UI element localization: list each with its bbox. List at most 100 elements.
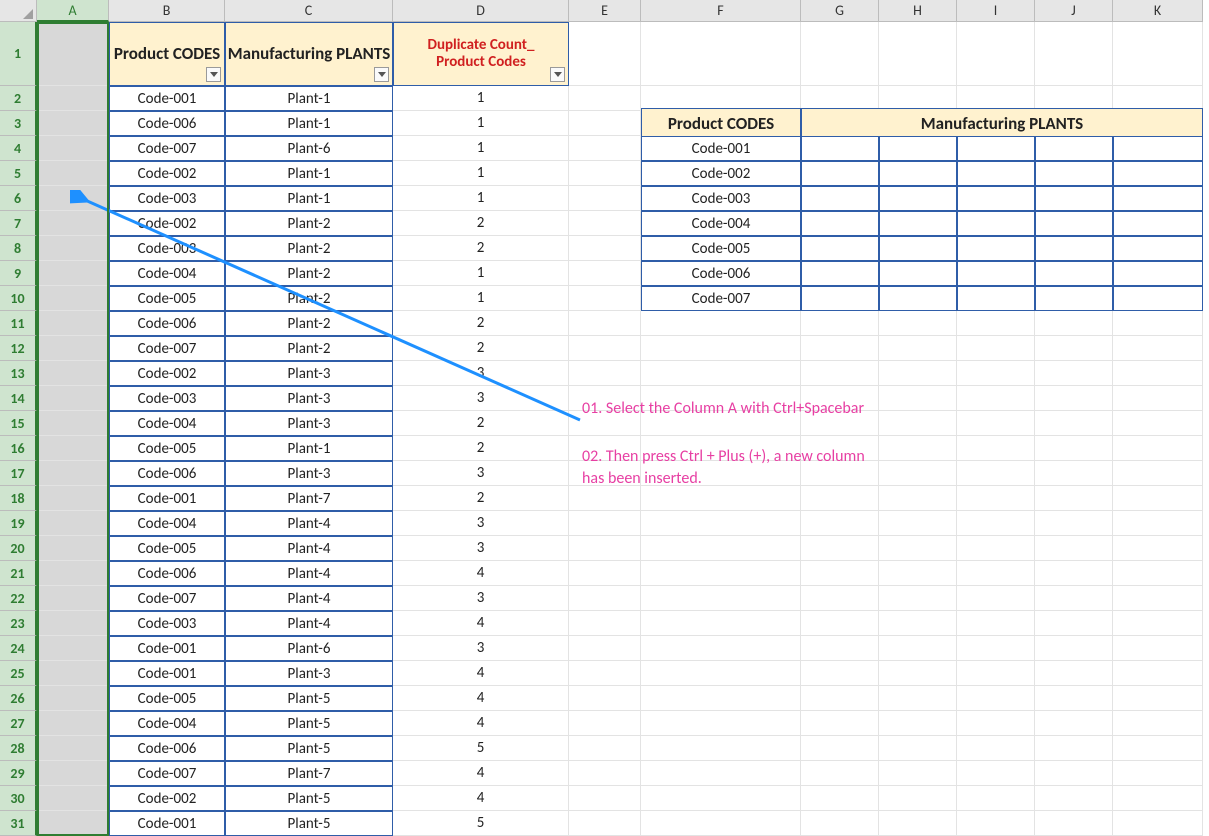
cell-G1[interactable] bbox=[801, 22, 879, 86]
cell-C9[interactable]: Plant-2 bbox=[225, 261, 393, 286]
cell-J13[interactable] bbox=[1035, 361, 1113, 386]
cell-J27[interactable] bbox=[1035, 711, 1113, 736]
cell-E27[interactable] bbox=[569, 711, 641, 736]
cell-H15[interactable] bbox=[879, 411, 957, 436]
cell-G27[interactable] bbox=[801, 711, 879, 736]
cell-B10[interactable]: Code-005 bbox=[109, 286, 225, 311]
cell-A29[interactable] bbox=[37, 761, 109, 786]
cell-A11[interactable] bbox=[37, 311, 109, 336]
cell-F6[interactable]: Code-003 bbox=[641, 186, 801, 211]
cell-F30[interactable] bbox=[641, 786, 801, 811]
column-header-C[interactable]: C bbox=[225, 0, 393, 22]
cell-H10[interactable] bbox=[879, 286, 957, 311]
cell-C23[interactable]: Plant-4 bbox=[225, 611, 393, 636]
cell-G6[interactable] bbox=[801, 186, 879, 211]
cell-K20[interactable] bbox=[1113, 536, 1203, 561]
cell-K8[interactable] bbox=[1113, 236, 1203, 261]
cell-E28[interactable] bbox=[569, 736, 641, 761]
cell-K29[interactable] bbox=[1113, 761, 1203, 786]
row-header-28[interactable]: 28 bbox=[0, 736, 37, 761]
cell-I5[interactable] bbox=[957, 161, 1035, 186]
cell-I26[interactable] bbox=[957, 686, 1035, 711]
row-header-8[interactable]: 8 bbox=[0, 236, 37, 261]
cell-C4[interactable]: Plant-6 bbox=[225, 136, 393, 161]
row-header-26[interactable]: 26 bbox=[0, 686, 37, 711]
cell-B21[interactable]: Code-006 bbox=[109, 561, 225, 586]
cell-K21[interactable] bbox=[1113, 561, 1203, 586]
cell-I4[interactable] bbox=[957, 136, 1035, 161]
column-header-H[interactable]: H bbox=[879, 0, 957, 22]
cell-K6[interactable] bbox=[1113, 186, 1203, 211]
cell-I11[interactable] bbox=[957, 311, 1035, 336]
cell-B5[interactable]: Code-002 bbox=[109, 161, 225, 186]
cell-G7[interactable] bbox=[801, 211, 879, 236]
cell-E26[interactable] bbox=[569, 686, 641, 711]
cell-D27[interactable]: 4 bbox=[393, 711, 569, 736]
cell-H31[interactable] bbox=[879, 811, 957, 836]
cell-B6[interactable]: Code-003 bbox=[109, 186, 225, 211]
cell-K18[interactable] bbox=[1113, 486, 1203, 511]
cell-G3[interactable]: Manufacturing PLANTS bbox=[801, 108, 1203, 139]
row-header-27[interactable]: 27 bbox=[0, 711, 37, 736]
cell-J22[interactable] bbox=[1035, 586, 1113, 611]
cell-G11[interactable] bbox=[801, 311, 879, 336]
cell-D9[interactable]: 1 bbox=[393, 261, 569, 286]
cell-J23[interactable] bbox=[1035, 611, 1113, 636]
cell-F28[interactable] bbox=[641, 736, 801, 761]
row-header-1[interactable]: 1 bbox=[0, 22, 37, 86]
cell-I31[interactable] bbox=[957, 811, 1035, 836]
cell-K5[interactable] bbox=[1113, 161, 1203, 186]
cell-C12[interactable]: Plant-2 bbox=[225, 336, 393, 361]
cell-K10[interactable] bbox=[1113, 286, 1203, 311]
cell-C7[interactable]: Plant-2 bbox=[225, 211, 393, 236]
cell-D16[interactable]: 2 bbox=[393, 436, 569, 461]
cell-B28[interactable]: Code-006 bbox=[109, 736, 225, 761]
cell-E24[interactable] bbox=[569, 636, 641, 661]
cell-A21[interactable] bbox=[37, 561, 109, 586]
cell-A2[interactable] bbox=[37, 86, 109, 111]
cell-J30[interactable] bbox=[1035, 786, 1113, 811]
cell-I30[interactable] bbox=[957, 786, 1035, 811]
cell-G8[interactable] bbox=[801, 236, 879, 261]
cell-B13[interactable]: Code-002 bbox=[109, 361, 225, 386]
cell-I22[interactable] bbox=[957, 586, 1035, 611]
cell-B8[interactable]: Code-003 bbox=[109, 236, 225, 261]
cell-D19[interactable]: 3 bbox=[393, 511, 569, 536]
cell-B26[interactable]: Code-005 bbox=[109, 686, 225, 711]
cell-H27[interactable] bbox=[879, 711, 957, 736]
cell-I20[interactable] bbox=[957, 536, 1035, 561]
cell-F31[interactable] bbox=[641, 811, 801, 836]
cell-E30[interactable] bbox=[569, 786, 641, 811]
column-header-K[interactable]: K bbox=[1113, 0, 1203, 22]
cell-E13[interactable] bbox=[569, 361, 641, 386]
cell-J11[interactable] bbox=[1035, 311, 1113, 336]
cell-F20[interactable] bbox=[641, 536, 801, 561]
cell-D26[interactable]: 4 bbox=[393, 686, 569, 711]
cell-E1[interactable] bbox=[569, 22, 641, 86]
cell-C27[interactable]: Plant-5 bbox=[225, 711, 393, 736]
cell-C30[interactable]: Plant-5 bbox=[225, 786, 393, 811]
row-header-5[interactable]: 5 bbox=[0, 161, 37, 186]
row-header-9[interactable]: 9 bbox=[0, 261, 37, 286]
cell-B1[interactable]: Product CODES bbox=[109, 22, 225, 86]
cell-I25[interactable] bbox=[957, 661, 1035, 686]
cell-H12[interactable] bbox=[879, 336, 957, 361]
cell-B14[interactable]: Code-003 bbox=[109, 386, 225, 411]
cell-J15[interactable] bbox=[1035, 411, 1113, 436]
cell-B29[interactable]: Code-007 bbox=[109, 761, 225, 786]
cell-K17[interactable] bbox=[1113, 461, 1203, 486]
cell-B25[interactable]: Code-001 bbox=[109, 661, 225, 686]
cell-C8[interactable]: Plant-2 bbox=[225, 236, 393, 261]
cell-E7[interactable] bbox=[569, 211, 641, 236]
cell-D6[interactable]: 1 bbox=[393, 186, 569, 211]
cell-I1[interactable] bbox=[957, 22, 1035, 86]
cell-F10[interactable]: Code-007 bbox=[641, 286, 801, 311]
cell-C31[interactable]: Plant-5 bbox=[225, 811, 393, 836]
cell-G9[interactable] bbox=[801, 261, 879, 286]
cell-I19[interactable] bbox=[957, 511, 1035, 536]
cell-J7[interactable] bbox=[1035, 211, 1113, 236]
cell-A1[interactable] bbox=[37, 22, 109, 86]
cell-K12[interactable] bbox=[1113, 336, 1203, 361]
cell-E9[interactable] bbox=[569, 261, 641, 286]
cell-I6[interactable] bbox=[957, 186, 1035, 211]
